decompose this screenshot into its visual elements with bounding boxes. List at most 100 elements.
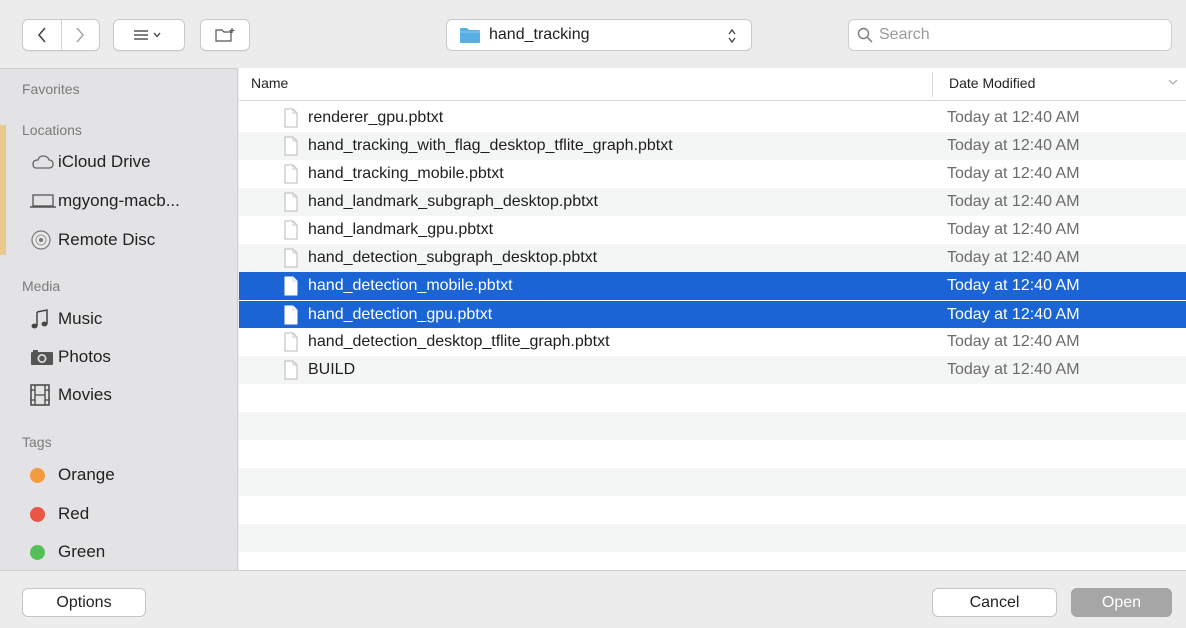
document-icon (284, 164, 298, 184)
sidebar-item-tag-red[interactable]: Red (22, 500, 89, 528)
file-name: hand_detection_mobile.pbtxt (308, 277, 513, 294)
sidebar-item-label: Remote Disc (58, 230, 156, 249)
file-rows: renderer_gpu.pbtxt Today at 12:40 AM hand_… (239, 104, 1186, 570)
options-button[interactable]: Options (22, 588, 146, 617)
section-favorites: Favorites (22, 81, 80, 97)
section-media: Media (22, 278, 61, 294)
column-header-date-modified[interactable]: Date Modified (949, 75, 1035, 91)
film-icon (22, 384, 58, 406)
tag-dot-icon (22, 467, 58, 483)
document-icon (284, 276, 298, 296)
sidebar-item-tag-orange[interactable]: Orange (22, 461, 115, 489)
sidebar-item-icloud-drive[interactable]: iCloud Drive (22, 148, 151, 176)
document-icon (284, 220, 298, 240)
path-popup[interactable]: hand_tracking (446, 19, 752, 51)
sidebar-resize-accent (0, 125, 6, 255)
file-row[interactable]: hand_detection_mobile.pbtxt Today at 12:4… (239, 272, 1186, 300)
disc-icon (22, 229, 58, 251)
empty-row (239, 384, 1186, 412)
sidebar-item-label: iCloud Drive (58, 152, 151, 171)
file-name: hand_tracking_mobile.pbtxt (308, 165, 504, 182)
file-list: Name Date Modified renderer_gpu.pbtxt Tod… (239, 68, 1186, 570)
toolbar: hand_tracking Search (0, 0, 1186, 68)
file-name: hand_detection_subgraph_desktop.pbtxt (308, 249, 598, 266)
file-date-modified: Today at 12:40 AM (947, 277, 1080, 294)
file-date-modified: Today at 12:40 AM (947, 165, 1080, 182)
file-name: hand_landmark_gpu.pbtxt (308, 221, 494, 238)
sidebar-item-label: Red (58, 504, 90, 523)
up-down-chevron-icon (728, 28, 736, 44)
new-folder-icon (215, 28, 235, 42)
sidebar-item-label: mgyong-macb... (58, 191, 180, 210)
sidebar-item-mgyong-macbook[interactable]: mgyong-macb... (22, 187, 180, 215)
document-icon (284, 136, 298, 156)
search-field[interactable]: Search (848, 19, 1172, 51)
camera-icon (22, 348, 58, 366)
document-icon (284, 248, 298, 268)
document-icon (284, 108, 298, 128)
section-locations: Locations (22, 122, 82, 138)
sidebar-item-label: Movies (58, 385, 112, 404)
document-icon (284, 332, 298, 352)
empty-row (239, 552, 1186, 570)
file-date-modified: Today at 12:40 AM (947, 221, 1080, 238)
file-row[interactable]: hand_detection_gpu.pbtxt Today at 12:40 A… (239, 300, 1186, 328)
file-row[interactable]: hand_landmark_gpu.pbtxt Today at 12:40 AM (239, 216, 1186, 244)
file-date-modified: Today at 12:40 AM (947, 333, 1080, 350)
column-header-name[interactable]: Name (251, 75, 288, 91)
list-header: Name Date Modified (239, 68, 1186, 101)
tag-dot-icon (22, 506, 58, 522)
file-row[interactable]: BUILD Today at 12:40 AM (239, 356, 1186, 384)
sidebar-item-tag-green[interactable]: Green (22, 538, 105, 566)
file-row[interactable]: hand_tracking_with_flag_desktop_tflite_g… (239, 132, 1186, 160)
new-folder-button[interactable] (200, 19, 250, 51)
cancel-button[interactable]: Cancel (932, 588, 1057, 617)
folder-icon (460, 28, 480, 43)
file-name: hand_detection_desktop_tflite_graph.pbtx… (308, 333, 610, 350)
sidebar-item-label: Photos (58, 347, 111, 366)
empty-row (239, 524, 1186, 552)
empty-row (239, 440, 1186, 468)
empty-row (239, 412, 1186, 440)
back-button[interactable] (23, 20, 61, 50)
view-options-button[interactable] (113, 19, 185, 51)
chevron-right-icon (76, 27, 85, 43)
document-icon (284, 360, 298, 380)
file-date-modified: Today at 12:40 AM (947, 361, 1080, 378)
file-row[interactable]: renderer_gpu.pbtxt Today at 12:40 AM (239, 104, 1186, 132)
document-icon (284, 305, 298, 325)
file-date-modified: Today at 12:40 AM (947, 193, 1080, 210)
file-row[interactable]: hand_landmark_subgraph_desktop.pbtxt Toda… (239, 188, 1186, 216)
laptop-icon (22, 193, 58, 209)
orange-tag-dot (30, 467, 45, 483)
red-tag-dot (30, 506, 45, 522)
sidebar-item-music[interactable]: Music (22, 305, 102, 333)
file-name: hand_detection_gpu.pbtxt (308, 306, 493, 323)
forward-button[interactable] (60, 20, 100, 50)
music-note-icon (22, 308, 58, 330)
green-tag-dot (30, 544, 45, 560)
sort-chevron-icon[interactable] (1168, 78, 1178, 86)
tag-dot-icon (22, 544, 58, 560)
file-name: BUILD (308, 361, 356, 378)
column-divider[interactable] (932, 72, 933, 97)
file-date-modified: Today at 12:40 AM (947, 137, 1080, 154)
open-button[interactable]: Open (1071, 588, 1172, 617)
sidebar-item-movies[interactable]: Movies (22, 381, 112, 409)
sidebar-item-label: Orange (58, 465, 115, 484)
search-icon (857, 27, 873, 43)
chevron-left-icon (37, 27, 46, 43)
file-date-modified: Today at 12:40 AM (947, 306, 1080, 323)
file-name: hand_landmark_subgraph_desktop.pbtxt (308, 193, 598, 210)
sidebar-item-photos[interactable]: Photos (22, 343, 111, 371)
file-date-modified: Today at 12:40 AM (947, 109, 1080, 126)
file-row[interactable]: hand_detection_subgraph_desktop.pbtxt Tod… (239, 244, 1186, 272)
file-row[interactable]: hand_detection_desktop_tflite_graph.pbtx… (239, 328, 1186, 356)
sidebar-item-remote-disc[interactable]: Remote Disc (22, 226, 155, 254)
document-icon (284, 192, 298, 212)
file-date-modified: Today at 12:40 AM (947, 249, 1080, 266)
file-row[interactable]: hand_tracking_mobile.pbtxt Today at 12:40… (239, 160, 1186, 188)
section-tags: Tags (22, 434, 52, 450)
list-view-icon (134, 30, 161, 40)
path-folder-label: hand_tracking (489, 26, 590, 43)
